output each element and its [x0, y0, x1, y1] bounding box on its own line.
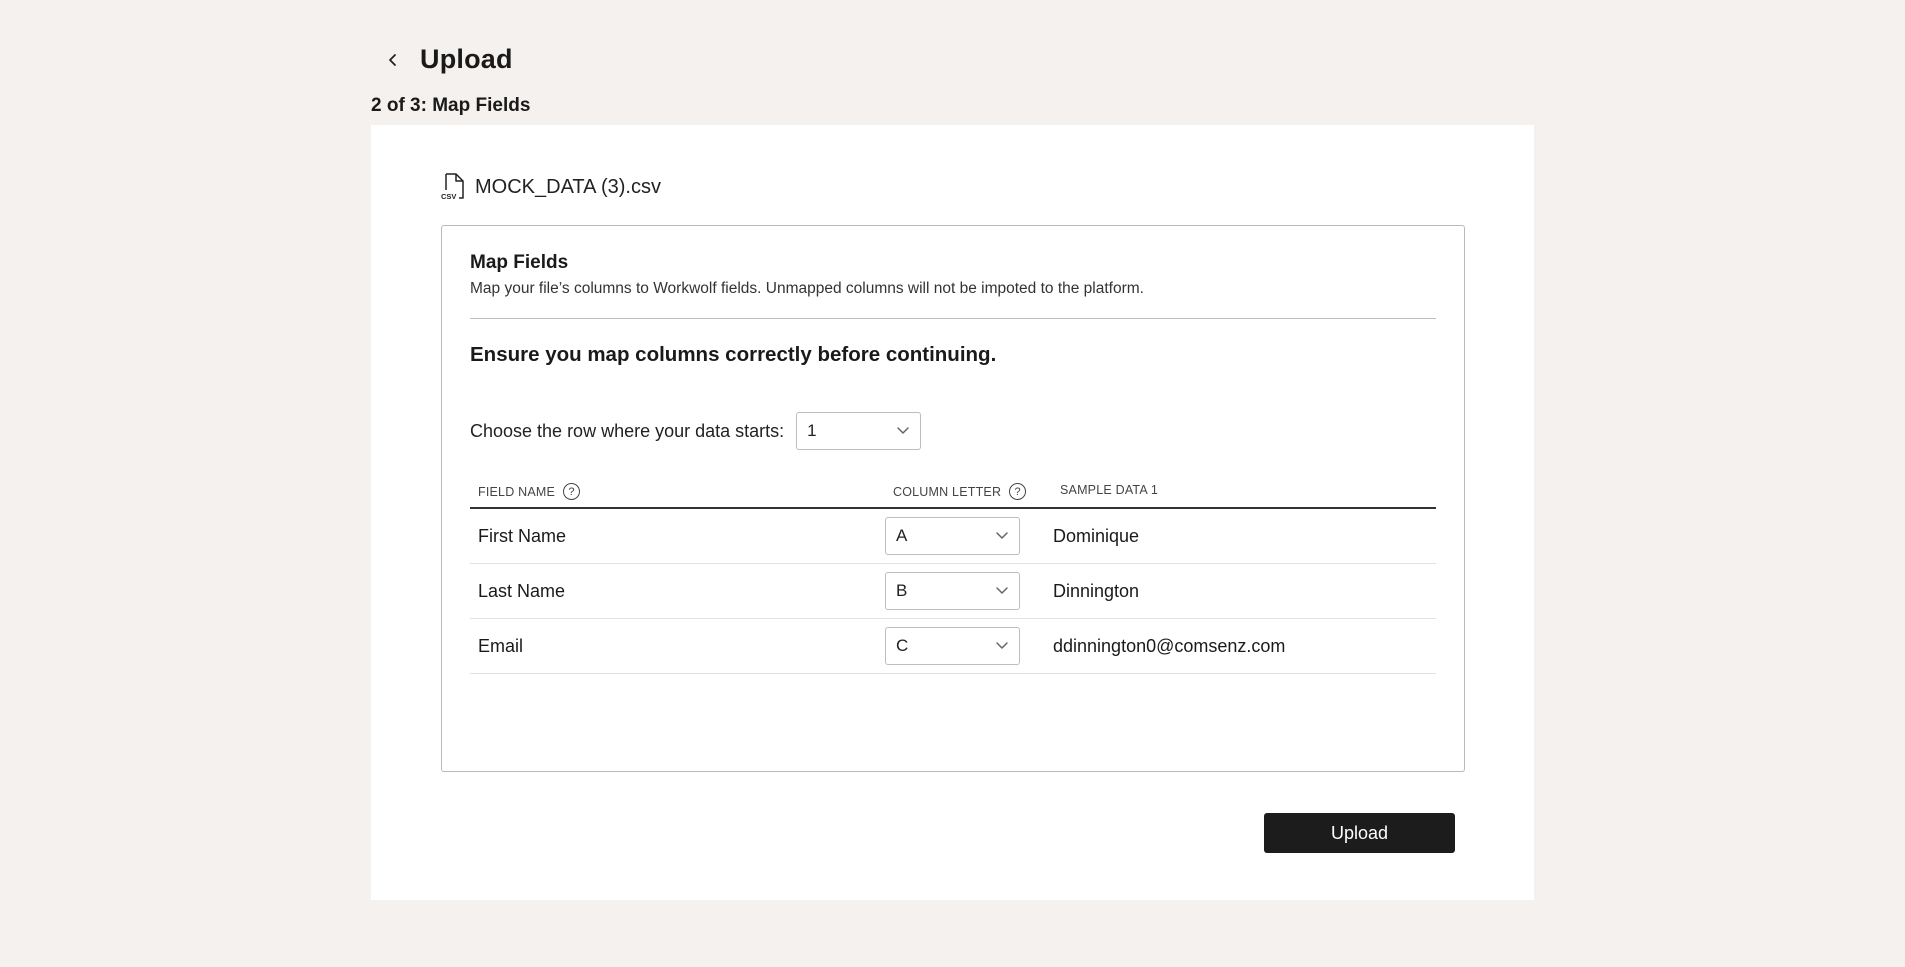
chevron-down-icon	[996, 642, 1008, 649]
file-info: CSV MOCK_DATA (3).csv	[441, 173, 661, 201]
sample-data: Dominique	[1053, 526, 1140, 546]
column-letter-value: C	[896, 636, 909, 655]
chevron-left-icon	[389, 53, 396, 66]
field-name: First Name	[478, 526, 567, 546]
panel-description: Map your file’s columns to Workwolf fiel…	[470, 280, 1144, 297]
table-row: First Name A Dominique	[470, 509, 1436, 564]
header-sample-data: SAMPLE DATA 1	[1060, 483, 1158, 497]
upload-card: CSV MOCK_DATA (3).csv Map Fields Map you…	[371, 125, 1534, 900]
table-row: Last Name B Dinnington	[470, 564, 1436, 619]
field-name: Last Name	[478, 581, 566, 601]
column-letter-select[interactable]: C	[885, 627, 1020, 665]
csv-file-icon: CSV	[441, 173, 464, 201]
header-field-name: FIELD NAME ?	[478, 483, 581, 500]
upload-page: Upload 2 of 3: Map Fields CSV MOCK_DATA …	[0, 0, 1905, 967]
column-letter-select[interactable]: B	[885, 572, 1020, 610]
header-field-name-label: FIELD NAME	[478, 484, 556, 499]
chevron-down-icon	[897, 427, 909, 434]
data-start-label: Choose the row where your data starts:	[470, 420, 785, 441]
divider	[470, 318, 1436, 319]
panel-title: Map Fields	[470, 252, 569, 273]
table-row: Email C ddinnington0@comsenz.com	[470, 619, 1436, 674]
header-column-letter-label: COLUMN LETTER	[893, 484, 1002, 499]
page-title: Upload	[420, 44, 513, 74]
upload-button[interactable]: Upload	[1264, 813, 1455, 853]
step-indicator: 2 of 3: Map Fields	[371, 95, 531, 116]
column-letter-value: B	[896, 581, 908, 600]
header-column-letter: COLUMN LETTER ?	[893, 483, 1027, 500]
map-fields-panel: Map Fields Map your file’s columns to Wo…	[441, 225, 1465, 772]
page-header: Upload	[380, 44, 513, 75]
data-start-select[interactable]: 1	[796, 412, 922, 450]
header-sample-label: SAMPLE DATA 1	[1060, 483, 1159, 497]
help-icon[interactable]: ?	[563, 483, 581, 500]
field-name: Email	[478, 636, 524, 656]
back-button[interactable]	[380, 47, 406, 73]
help-icon[interactable]: ?	[1009, 483, 1027, 500]
data-start-row: Choose the row where your data starts: 1	[470, 412, 922, 450]
table-header: FIELD NAME ? COLUMN LETTER ? SAMPLE DATA…	[470, 481, 1436, 509]
file-name: MOCK_DATA (3).csv	[475, 175, 661, 198]
sample-data: Dinnington	[1053, 581, 1140, 601]
field-mapping-table: FIELD NAME ? COLUMN LETTER ? SAMPLE DATA…	[470, 481, 1436, 674]
data-start-value: 1	[807, 421, 817, 440]
mapping-warning: Ensure you map columns correctly before …	[470, 343, 997, 366]
column-letter-select[interactable]: A	[885, 517, 1020, 555]
svg-text:CSV: CSV	[441, 192, 456, 201]
sample-data: ddinnington0@comsenz.com	[1053, 636, 1286, 656]
chevron-down-icon	[996, 532, 1008, 539]
chevron-down-icon	[996, 587, 1008, 594]
column-letter-value: A	[896, 526, 908, 545]
